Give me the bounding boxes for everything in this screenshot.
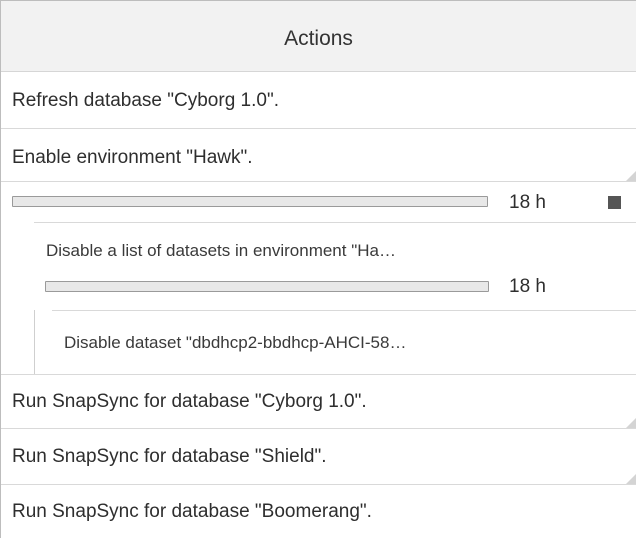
action-label: Enable environment "Hawk".	[12, 147, 253, 168]
action-item-snapsync-boomerang[interactable]: Run SnapSync for database "Boomerang".	[1, 485, 636, 539]
task-progress-bar	[12, 196, 488, 207]
actions-header: Actions	[1, 1, 636, 72]
nested-subtask-item-disable-dataset[interactable]: Disable dataset "dbdhcp2-bbdhcp-AHCI-58…	[52, 310, 636, 374]
subtask-label: Disable a list of datasets in environmen…	[46, 241, 396, 260]
action-item-snapsync-shield[interactable]: Run SnapSync for database "Shield".	[1, 429, 636, 485]
resize-grip-icon	[626, 474, 636, 484]
action-label: Run SnapSync for database "Boomerang".	[12, 501, 372, 522]
subtask-time-remaining: 18 h	[509, 276, 546, 297]
nested-subtask-label: Disable dataset "dbdhcp2-bbdhcp-AHCI-58…	[64, 333, 407, 352]
action-label: Run SnapSync for database "Shield".	[12, 446, 327, 467]
action-label: Refresh database "Cyborg 1.0".	[12, 90, 279, 111]
actions-panel: Actions Refresh database "Cyborg 1.0". E…	[0, 0, 636, 539]
action-item-enable-environment[interactable]: Enable environment "Hawk".	[1, 129, 636, 181]
action-item-refresh-database[interactable]: Refresh database "Cyborg 1.0".	[1, 72, 636, 129]
task-time-remaining: 18 h	[509, 192, 546, 213]
subtask-progress-bar	[45, 281, 489, 292]
subtask-item-disable-datasets[interactable]: Disable a list of datasets in environmen…	[34, 222, 636, 310]
action-label: Run SnapSync for database "Cyborg 1.0".	[12, 391, 367, 412]
resize-grip-icon	[626, 171, 636, 181]
resize-grip-icon	[626, 418, 636, 428]
running-task-progress-row: 18 h	[1, 181, 636, 222]
action-item-snapsync-cyborg[interactable]: Run SnapSync for database "Cyborg 1.0".	[1, 374, 636, 429]
actions-title: Actions	[284, 27, 353, 50]
stop-icon[interactable]	[608, 196, 621, 209]
